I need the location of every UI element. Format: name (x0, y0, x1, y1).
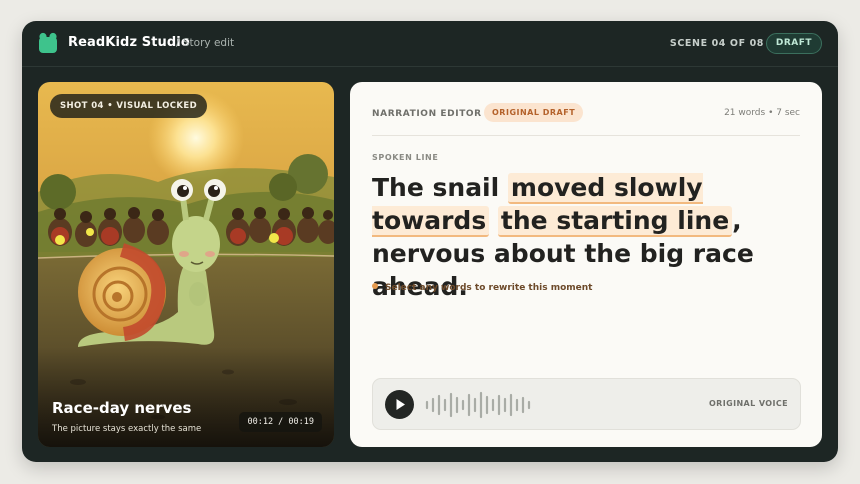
voice-player: ORIGINAL VOICE (372, 378, 801, 430)
word-count-duration: 21 words • 7 sec (724, 108, 800, 118)
hint-dot-icon (372, 283, 378, 289)
editor-label: NARRATION EDITOR (372, 109, 482, 119)
top-bar: ReadKidz Studio / Story edit SCENE 04 OF… (22, 21, 838, 67)
play-icon (396, 399, 405, 410)
selection-hint: Select any words to rewrite this moment (372, 283, 592, 293)
snail-race-illustration (38, 82, 334, 447)
narration-editor-panel: NARRATION EDITOR ORIGINAL DRAFT 21 words… (350, 82, 822, 447)
highlighted-phrase-2[interactable]: the starting line (497, 206, 733, 237)
scene-title: Race-day nerves (52, 399, 192, 417)
app-window: ReadKidz Studio / Story edit SCENE 04 OF… (22, 21, 838, 462)
original-draft-badge: ORIGINAL DRAFT (484, 103, 584, 122)
spoken-line-label: SPOKEN LINE (372, 153, 439, 162)
scene-illustration-card: SHOT 04 • VISUAL LOCKED Race-day nerves … (38, 82, 334, 447)
divider (372, 135, 800, 136)
breadcrumb[interactable]: / Story edit (176, 37, 234, 49)
original-voice-label: ORIGINAL VOICE (708, 399, 788, 408)
app-name: ReadKidz Studio (68, 35, 190, 50)
line-text-before[interactable]: The snail (372, 173, 508, 202)
timecode: 00:12 / 00:19 (239, 412, 322, 432)
status-badge: DRAFT (765, 33, 822, 54)
shot-badge: SHOT 04 • VISUAL LOCKED (50, 94, 208, 118)
scene-counter: SCENE 04 OF 08 (669, 38, 764, 49)
hint-text: Select any words to rewrite this moment (385, 283, 593, 293)
waveform-icon (425, 391, 531, 419)
scene-subtitle: The picture stays exactly the same (52, 424, 202, 434)
play-button[interactable] (385, 390, 414, 419)
frog-logo-icon (39, 32, 57, 53)
